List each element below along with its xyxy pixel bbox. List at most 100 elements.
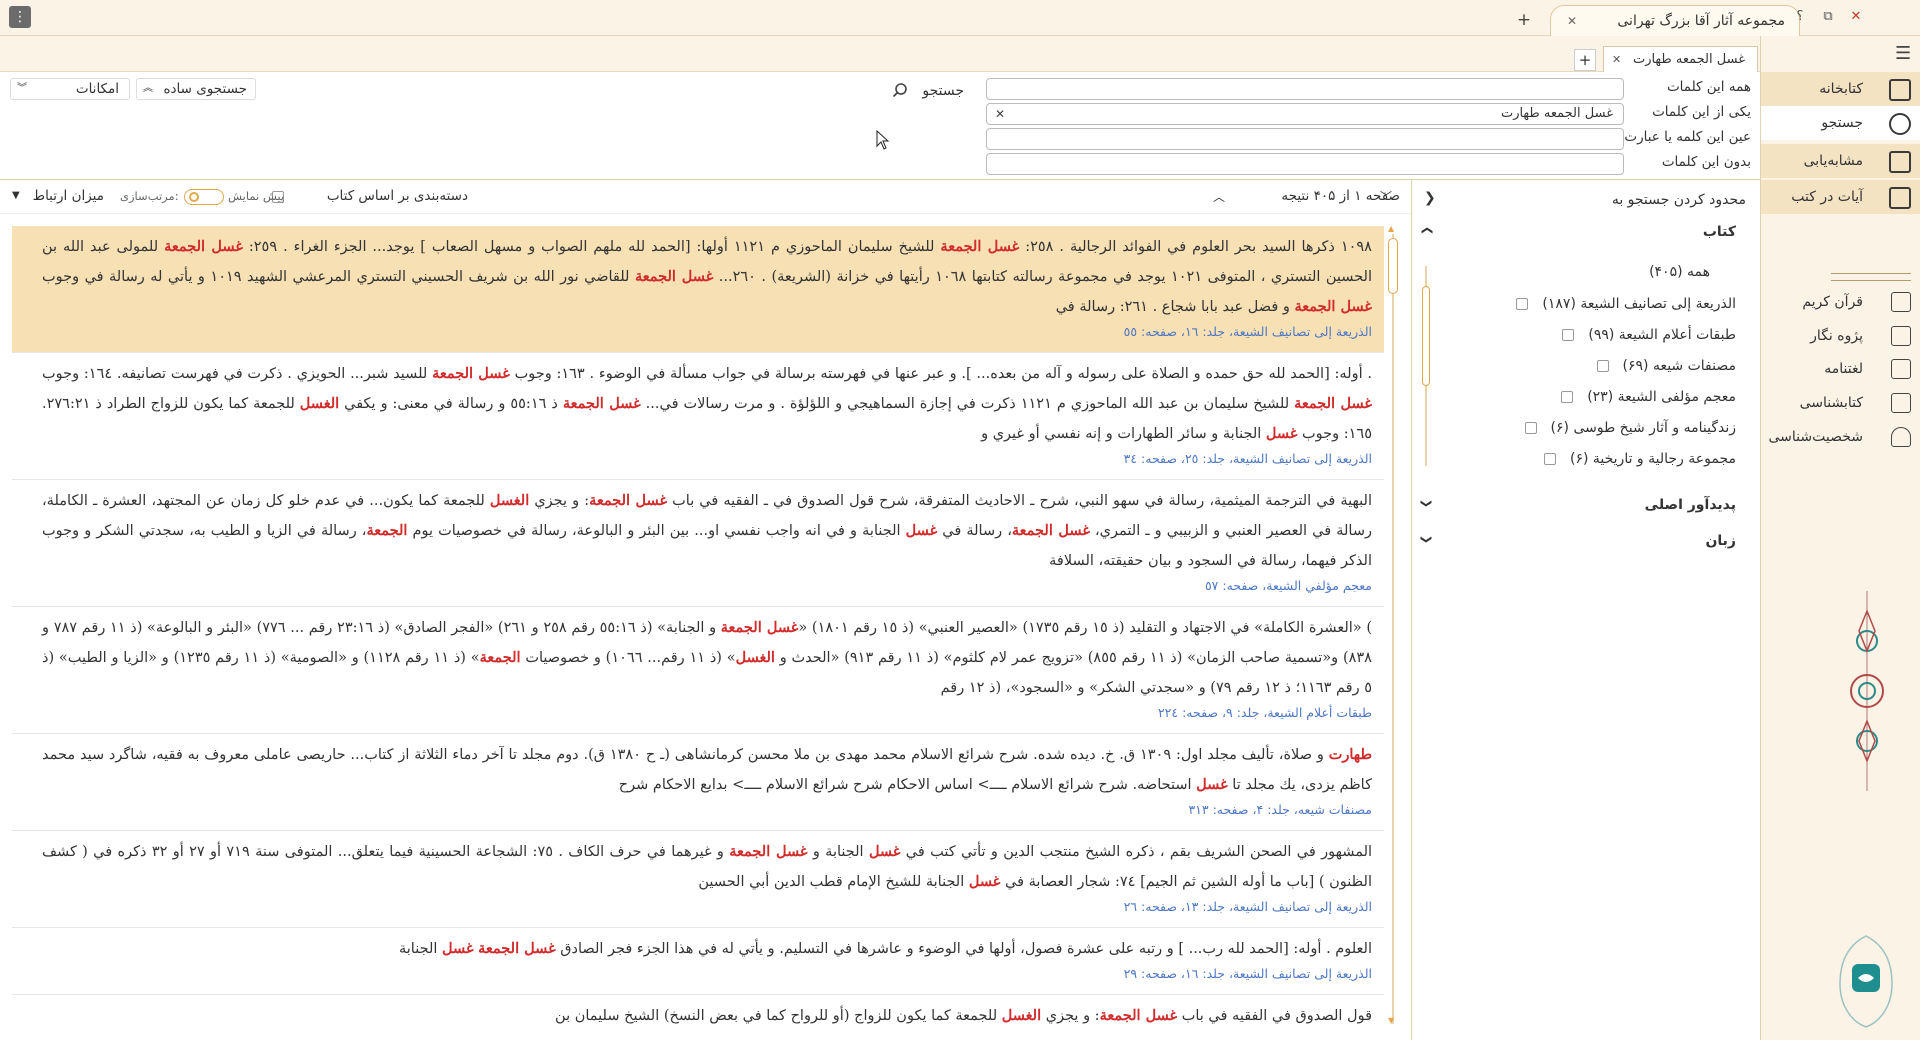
verses-icon — [1889, 187, 1911, 209]
book-filter-option[interactable]: الذریعة إلی تصانیف الشیعة (۱۸۷) — [1516, 293, 1736, 315]
search-result-item[interactable]: ١٠٩٨ ذكرها السيد بحر العلوم في الفوائد ا… — [12, 226, 1384, 353]
result-source-link[interactable]: طبقات أعلام الشيعة، جلد: ٩، صفحه: ٢٢٤ — [42, 703, 1372, 723]
result-text: البهية في الترجمة الميثمية، رسالة في سهو… — [42, 486, 1372, 576]
search-highlight: غسل — [905, 522, 938, 539]
search-result-item[interactable]: المشهور في الصحن الشريف بقم ، ذكره الشيخ… — [12, 831, 1384, 928]
book-filter-label: الذریعة إلی تصانیف الشیعة (۱۸۷) — [1542, 296, 1736, 312]
search-highlight: غسل الجمعة — [720, 619, 799, 636]
result-text: . أوله: [الحمد لله حق حمده و الصلاة على … — [42, 359, 1372, 449]
result-source-link[interactable]: الذريعة إلى تصانيف الشيعة، جلد: ٢٥، صفحه… — [42, 449, 1372, 469]
search-highlight: الجمعة — [479, 649, 521, 666]
sidebar-item-label: آیات در کتب — [1791, 189, 1863, 205]
search-result-item[interactable]: قول الصدوق في الفقيه في باب غسل الجمعة: … — [12, 995, 1384, 1032]
sidebar-item-label: کتابشناسی — [1799, 395, 1863, 411]
search-result-item[interactable]: البهية في الترجمة الميثمية، رسالة في سهو… — [12, 480, 1384, 607]
close-app-tab-icon[interactable]: ✕ — [1567, 6, 1577, 36]
any-words-label: یکی از این کلمات — [1652, 104, 1751, 120]
options-dropdown[interactable]: امکانات ︾ — [10, 78, 130, 100]
search-button-label: جستجو — [922, 83, 964, 99]
simple-search-toggle[interactable]: جستجوی ساده ︽ — [136, 78, 256, 100]
book-filter-option[interactable]: زندگینامه و آثار شیخ طوسی (۶) — [1524, 417, 1736, 439]
checkbox[interactable] — [1543, 453, 1556, 465]
result-source-link[interactable]: معجم مؤلفي الشيعة، صفحه: ٥٧ — [42, 576, 1372, 596]
app-menu-button[interactable]: ⋮ — [9, 6, 31, 28]
result-text-part: للجمعة كما يكون للزواج (أو للرواح كما في… — [555, 1008, 1002, 1024]
exact-phrase-input[interactable] — [986, 128, 1624, 150]
checkbox[interactable] — [1562, 329, 1575, 341]
clear-icon[interactable]: ✕ — [995, 104, 1005, 124]
preview-toggle[interactable] — [184, 189, 224, 205]
app-tab[interactable]: مجموعه آثار آقا بزرگ تهرانی ✕ — [1550, 5, 1800, 36]
book-filter-option[interactable]: طبقات أعلام الشیعة (۹۹) — [1562, 324, 1736, 346]
search-highlight: غسل — [442, 940, 474, 957]
new-app-tab-button[interactable]: + — [1514, 10, 1534, 30]
sidebar-item-persons[interactable]: شخصیت‌شناسی — [1761, 422, 1920, 452]
checkbox[interactable] — [1516, 298, 1529, 310]
sidebar-item-quran[interactable]: قرآن کریم — [1761, 287, 1920, 317]
collapse-panel-icon[interactable]: ❯ — [1424, 190, 1436, 206]
sort-dropdown[interactable]: میزان ارتباط ▼ — [10, 186, 110, 206]
sidebar-item-search[interactable]: جستجو — [1761, 106, 1920, 140]
search-highlight: غسل الجمعة — [940, 238, 1020, 255]
result-source-link[interactable]: الذريعة إلى تصانيف الشيعة، جلد: ١٦، صفحه… — [42, 322, 1372, 342]
checkbox[interactable] — [1561, 391, 1574, 403]
document-tab[interactable]: غسل الجمعه طهارت ✕ — [1603, 46, 1758, 72]
result-source-link[interactable]: الذريعة إلى تصانيف الشيعة، جلد: ١٦، صفحه… — [42, 964, 1372, 984]
sidebar-item-label: کتابخانه — [1819, 81, 1863, 97]
book-filter-option[interactable]: معجم مؤلفی الشیعة (۲۳) — [1561, 386, 1736, 408]
result-text-part: : و يجزي — [529, 493, 590, 509]
search-result-item[interactable]: العلوم . أوله: [الحمد لله رب... ] و رتبه… — [12, 928, 1384, 995]
filter-all-books[interactable]: همه (۴۰۵) — [1649, 264, 1710, 280]
new-document-tab-button[interactable]: + — [1574, 49, 1596, 71]
search-result-item[interactable]: ) «العشرة الكاملة» في الاجتهاد و التقليد… — [12, 607, 1384, 734]
without-words-input[interactable] — [986, 153, 1624, 175]
sidebar-item-similar[interactable]: مشابه‌یابی — [1761, 144, 1920, 178]
result-text: ١٠٩٨ ذكرها السيد بحر العلوم في الفوائد ا… — [42, 232, 1372, 322]
chevron-down-icon[interactable]: ❯ — [1420, 535, 1433, 544]
search-highlight: غسل الجمعة — [1099, 1007, 1178, 1024]
group-by-book-option[interactable]: دسته‌بندی بر اساس کتاب — [272, 188, 468, 204]
hamburger-menu-icon[interactable]: ☰ — [1895, 43, 1911, 64]
filter-panel: محدود کردن جستجو به ❯ کتاب ❯ همه (۴۰۵) ا… — [1411, 180, 1760, 1040]
chevron-down-icon[interactable]: ❯ — [1420, 499, 1433, 508]
sidebar-item-notes[interactable]: پژوه نگار — [1761, 321, 1920, 351]
help-button[interactable]: ؟ — [1788, 7, 1812, 27]
search-highlight: غسل الجمعة — [432, 365, 510, 382]
chevron-up-icon[interactable]: ❯ — [1420, 226, 1433, 235]
document-tab-label: غسل الجمعه طهارت — [1632, 52, 1745, 67]
author-filter-heading[interactable]: پدیدآور اصلی — [1645, 497, 1736, 513]
book-filter-heading[interactable]: کتاب — [1703, 224, 1736, 240]
maximize-button[interactable]: ⧉ — [1816, 7, 1840, 27]
document-tab-bar: + غسل الجمعه طهارت ✕ — [0, 36, 1760, 72]
sidebar-item-library[interactable]: کتابخانه — [1761, 72, 1920, 106]
checkbox[interactable] — [1596, 360, 1609, 372]
search-highlight: الجمعة — [366, 522, 408, 539]
window-controls: ؟ ⧉ ✕ — [1788, 7, 1868, 27]
book-filter-label: زندگینامه و آثار شیخ طوسی (۶) — [1550, 420, 1736, 436]
any-words-input[interactable]: غسل الجمعه طهارت ✕ — [986, 103, 1624, 125]
close-window-button[interactable]: ✕ — [1844, 7, 1868, 27]
results-scrollbar[interactable]: ▲ ▼ — [1386, 224, 1400, 1032]
sidebar-item-verses[interactable]: آیات در کتب — [1761, 180, 1920, 214]
close-document-tab-icon[interactable]: ✕ — [1612, 47, 1621, 72]
book-filter-option[interactable]: مصنفات شیعه (۶۹) — [1596, 355, 1736, 377]
result-source-link[interactable]: مصنفات شيعه، جلد: ۴، صفحه: ٣١٣ — [42, 800, 1372, 820]
result-text-part: : و يجزي — [1041, 1008, 1100, 1024]
language-filter-heading[interactable]: زبان — [1705, 533, 1736, 549]
book-filter-option[interactable]: مجموعة رجالیة و تاریخیة (۶) — [1543, 448, 1736, 470]
search-highlight: الغسل — [1001, 1007, 1042, 1024]
previous-page-icon[interactable]: ︿ — [1213, 188, 1225, 205]
sidebar-item-label: پژوه نگار — [1810, 328, 1863, 344]
result-text: ) «العشرة الكاملة» في الاجتهاد و التقليد… — [42, 613, 1372, 703]
sidebar-item-label: مشابه‌یابی — [1803, 153, 1863, 169]
sidebar-item-dictionary[interactable]: لغتنامه — [1761, 354, 1920, 384]
filter-scrollbar[interactable] — [1422, 266, 1430, 466]
all-words-input[interactable] — [986, 78, 1624, 100]
search-button[interactable]: جستجو — [888, 80, 964, 102]
sidebar-item-bibliography[interactable]: کتابشناسی — [1761, 388, 1920, 418]
checkbox[interactable] — [1524, 422, 1537, 434]
search-result-item[interactable]: . أوله: [الحمد لله حق حمده و الصلاة على … — [12, 353, 1384, 480]
search-result-item[interactable]: طهارت و صلاة، تأليف مجلد اول: ١٣٠٩ ق. خ.… — [12, 734, 1384, 831]
result-source-link[interactable]: الذريعة إلى تصانيف الشيعة، جلد: ١٣، صفحه… — [42, 897, 1372, 917]
similar-icon — [1889, 151, 1911, 173]
